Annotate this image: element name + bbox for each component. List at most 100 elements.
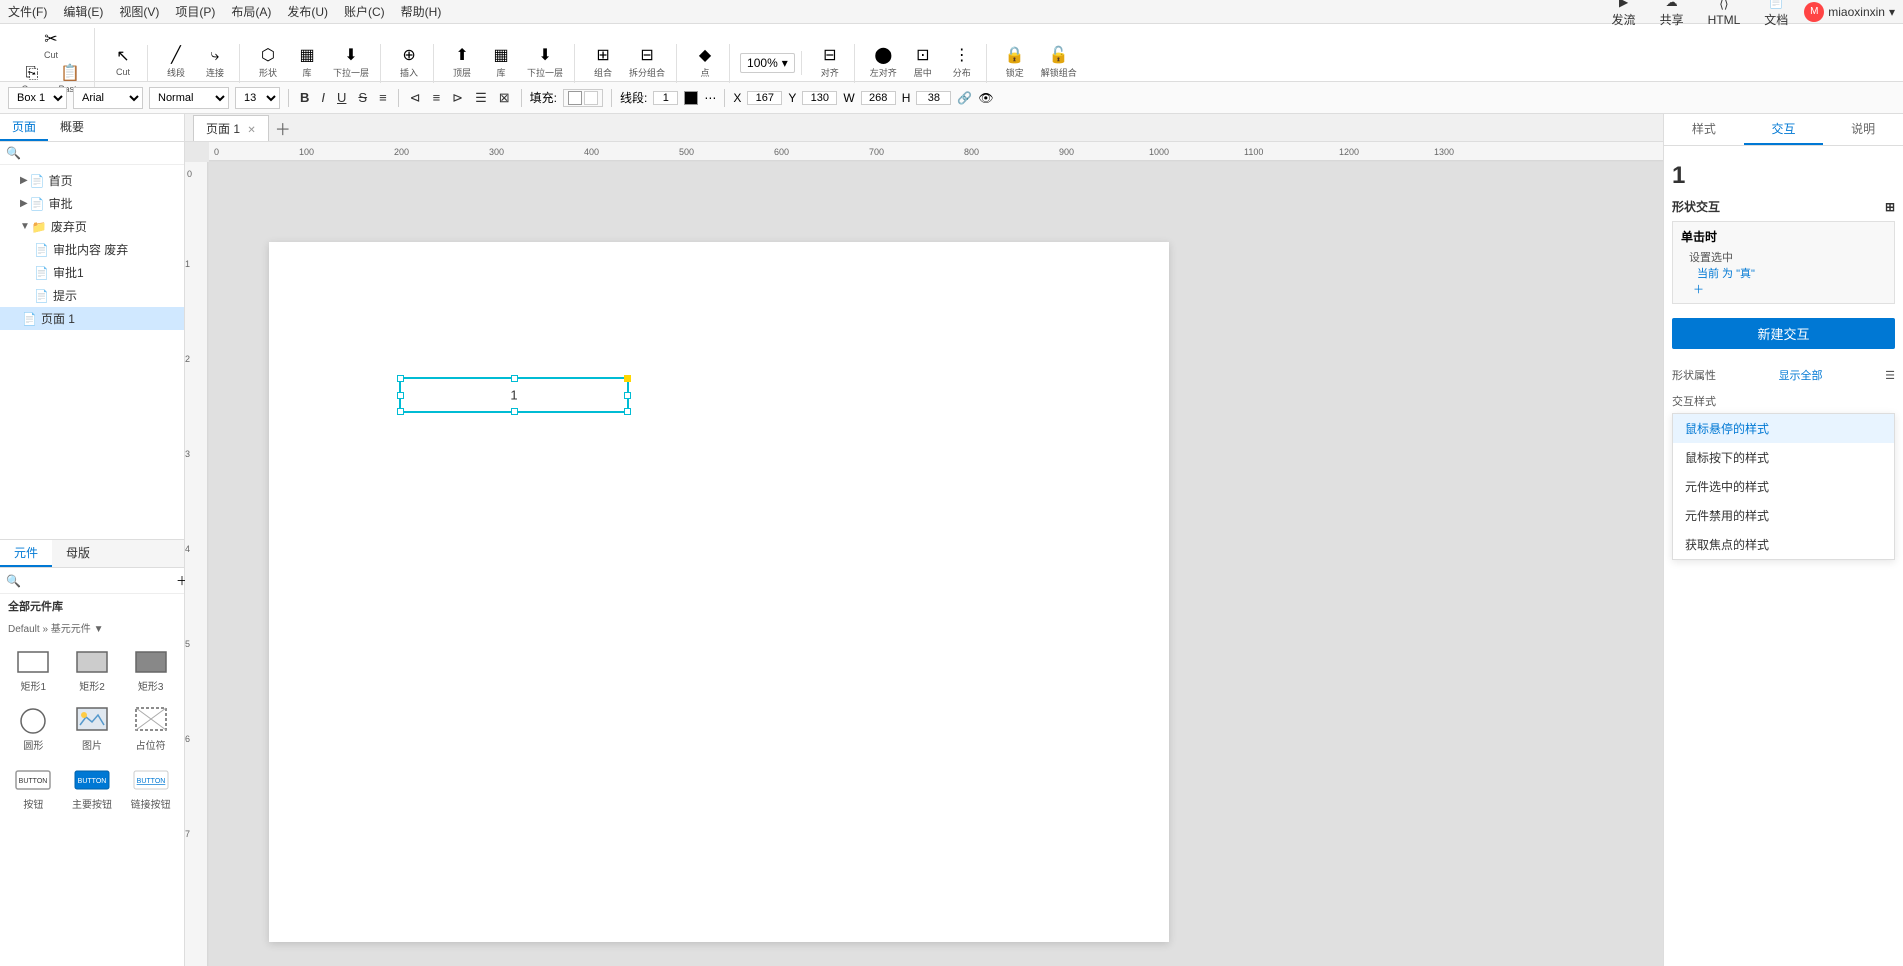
comp-item-rect3[interactable]: 矩形3 (123, 643, 178, 698)
comp-item-placeholder[interactable]: 占位符 (123, 702, 178, 757)
resize-handle-mr[interactable] (624, 392, 631, 399)
list-btn[interactable]: ≡ (376, 89, 390, 106)
menu-edit[interactable]: 编辑(E) (63, 3, 103, 20)
tab-pages[interactable]: 页面 (0, 114, 48, 141)
dropdown-item-disabled[interactable]: 元件禁用的样式 (1673, 501, 1894, 530)
dropdown-item-focused[interactable]: 获取焦点的样式 (1673, 530, 1894, 559)
comp-item-btn1[interactable]: BUTTON 按钮 (6, 761, 61, 816)
resize-handle-bl[interactable] (397, 408, 404, 415)
underline-btn[interactable]: U (334, 89, 349, 106)
resize-handle-ml[interactable] (397, 392, 404, 399)
menu-help[interactable]: 帮助(H) (401, 3, 442, 20)
align-fill-btn[interactable]: ⊠ (496, 89, 513, 107)
add-action-btn[interactable]: ＋ (1689, 281, 1886, 297)
lock-btn[interactable]: 🔒 锁定 (997, 46, 1033, 81)
h-input[interactable] (916, 91, 951, 105)
left-align-btn[interactable]: ⬤ 左对齐 (865, 46, 902, 81)
cut-btn[interactable]: ✂ Cut (33, 30, 69, 62)
canvas-tab-close-icon[interactable]: ✕ (247, 125, 255, 136)
html-btn[interactable]: ⟨⟩ HTML (1700, 0, 1749, 30)
comp-tab-masters[interactable]: 母版 (52, 540, 104, 567)
connect-btn[interactable]: ⤷ 连接 (197, 46, 233, 81)
resize-handle-tr[interactable] (624, 375, 631, 382)
point-btn[interactable]: ◆ 点 (687, 46, 723, 81)
user-menu[interactable]: M miaoxinxin ▾ (1804, 2, 1895, 22)
comp-item-rect1[interactable]: 矩形1 (6, 643, 61, 698)
box-select[interactable]: Box 1 (8, 87, 67, 109)
font-select[interactable]: Arial (73, 87, 143, 109)
resize-handle-tl[interactable] (397, 375, 404, 382)
menu-layout[interactable]: 布局(A) (231, 3, 271, 20)
comp-item-btn2[interactable]: BUTTON 主要按钮 (65, 761, 120, 816)
right-tab-note[interactable]: 说明 (1823, 114, 1903, 145)
shape-btn[interactable]: ⬡ 形状 (250, 46, 286, 81)
new-interaction-btn[interactable]: 新建交互 (1672, 318, 1895, 349)
align-right-btn[interactable]: ⊳ (449, 89, 466, 107)
tree-item-deprecated-content[interactable]: 📄 审批内容 废弃 (0, 238, 184, 261)
props-menu-icon[interactable]: ☰ (1885, 369, 1895, 382)
right-tab-style[interactable]: 样式 (1664, 114, 1744, 145)
page-search-input[interactable] (25, 146, 180, 160)
menu-view[interactable]: 视图(V) (119, 3, 159, 20)
resize-handle-br[interactable] (624, 408, 631, 415)
comp-tab-elements[interactable]: 元件 (0, 540, 52, 567)
canvas-content[interactable]: 1 (209, 162, 1663, 966)
tab-outline[interactable]: 概要 (48, 114, 96, 141)
select-mode-btn[interactable]: ↖ Cut (105, 47, 141, 79)
align-btn[interactable]: ⊟ 对齐 (812, 46, 848, 81)
visibility-icon[interactable]: 👁 (978, 91, 993, 105)
resize-handle-bm[interactable] (511, 408, 518, 415)
menu-publish[interactable]: 发布(U) (287, 3, 328, 20)
selected-element[interactable]: 1 (399, 377, 629, 413)
menu-project[interactable]: 项目(P) (175, 3, 215, 20)
comp-item-rect2[interactable]: 矩形2 (65, 643, 120, 698)
line-value-input[interactable] (653, 91, 678, 105)
bold-btn[interactable]: B (297, 89, 312, 106)
comp-search-input[interactable] (21, 574, 176, 588)
tree-item-approval1[interactable]: 📄 审批1 (0, 261, 184, 284)
center-align-btn[interactable]: ⊡ 居中 (905, 46, 941, 81)
dropdown-item-mousedown[interactable]: 鼠标按下的样式 (1673, 443, 1894, 472)
unlock-btn[interactable]: 🔓 解锁组合 (1036, 46, 1082, 81)
show-all-btn[interactable]: 显示全部 (1779, 367, 1823, 383)
expand-icon[interactable]: ⊞ (1885, 200, 1895, 214)
comp-item-btn3[interactable]: BUTTON 链接按钮 (123, 761, 178, 816)
ungroup-btn[interactable]: ⊟ 拆分组合 (624, 46, 670, 81)
library2-btn[interactable]: ▦ 库 (483, 46, 519, 81)
menu-file[interactable]: 文件(F) (8, 3, 47, 20)
doc-btn[interactable]: 📄 文档 (1756, 0, 1796, 31)
menu-account[interactable]: 账户(C) (344, 3, 385, 20)
add-tab-btn[interactable]: ＋ (271, 114, 295, 144)
comp-subtitle[interactable]: Default » 基元元件 ▼ (0, 618, 184, 637)
insert-btn[interactable]: ⊕ 插入 (391, 46, 427, 81)
dropdown-item-hover[interactable]: 鼠标悬停的样式 (1673, 414, 1894, 443)
tree-item-hint[interactable]: 📄 提示 (0, 284, 184, 307)
x-input[interactable] (747, 91, 782, 105)
resize-handle-tm[interactable] (511, 375, 518, 382)
dropdown-layer-btn[interactable]: ⬇ 下拉一层 (522, 46, 568, 81)
tree-item-home[interactable]: ▶ 📄 首页 (0, 169, 184, 192)
publish-stream-btn[interactable]: ▶ 发流 (1604, 0, 1644, 31)
fill-control[interactable] (563, 89, 603, 107)
top-layer-btn[interactable]: ⬆ 顶层 (444, 46, 480, 81)
italic-btn[interactable]: I (318, 89, 328, 106)
align-center-btn[interactable]: ≡ (430, 89, 444, 106)
comp-item-image[interactable]: 图片 (65, 702, 120, 757)
align-left-btn[interactable]: ⊲ (407, 89, 424, 107)
canvas-wrapper[interactable]: 0 100 200 300 400 500 600 700 800 900 10… (185, 142, 1663, 966)
distribute-btn[interactable]: ⋮ 分布 (944, 46, 980, 81)
line-color-box[interactable] (684, 91, 698, 105)
tree-item-approval[interactable]: ▶ 📄 审批 (0, 192, 184, 215)
style-select[interactable]: Normal (149, 87, 229, 109)
align-justify-btn[interactable]: ☰ (472, 89, 490, 107)
dropdown-item-selected[interactable]: 元件选中的样式 (1673, 472, 1894, 501)
tree-item-page1[interactable]: 📄 页面 1 (0, 307, 184, 330)
comp-item-circle[interactable]: 圆形 (6, 702, 61, 757)
share-btn[interactable]: ☁ 共享 (1652, 0, 1692, 31)
zoom-ctrl[interactable]: 100% ▾ (740, 53, 795, 73)
library-btn[interactable]: ▦ 库 (289, 46, 325, 81)
right-tab-interact[interactable]: 交互 (1744, 114, 1824, 145)
line-btn[interactable]: ╱ 线段 (158, 46, 194, 81)
down-layer-btn[interactable]: ⬇ 下拉一层 (328, 46, 374, 81)
strikethrough-btn[interactable]: S (355, 89, 370, 106)
